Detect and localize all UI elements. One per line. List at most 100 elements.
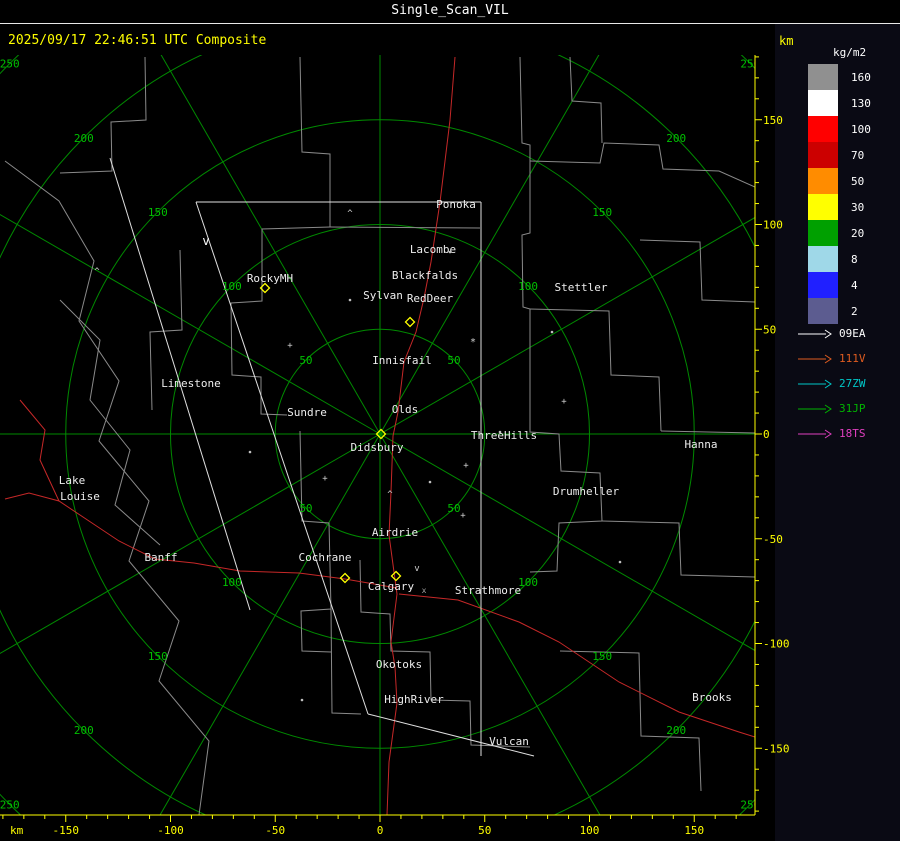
ring-distance-label: 150	[148, 650, 168, 663]
ring-distance-label: 50	[299, 354, 312, 367]
ring-distance-label: 200	[74, 724, 94, 737]
azimuth-line	[160, 55, 381, 435]
map-marker: +	[460, 511, 466, 521]
x-axis-unit: km	[10, 824, 24, 837]
city-label: ThreeHills	[471, 429, 537, 442]
city-label: Limestone	[161, 377, 221, 390]
ring-distance-label: 250	[0, 58, 20, 71]
x-axis-label: -50	[265, 824, 285, 837]
x-axis-label: -100	[157, 824, 184, 837]
county-boundary	[330, 608, 362, 715]
city-label: Cochrane	[299, 551, 352, 564]
city-label: Ponoka	[436, 198, 476, 211]
city-label: Strathmore	[455, 584, 521, 597]
azimuth-line	[159, 433, 381, 815]
city-label: Vulcan	[489, 735, 529, 748]
town-dot	[498, 430, 502, 434]
x-axis-label: 0	[377, 824, 384, 837]
x-axis-label: 100	[580, 824, 600, 837]
y-axis-label: 0	[763, 428, 770, 441]
city-label: HighRiver	[384, 693, 444, 706]
city-label: Airdrie	[372, 526, 418, 539]
map-marker: +	[561, 397, 567, 407]
county-boundary	[59, 56, 147, 174]
site-marker-diamond	[404, 316, 416, 328]
highway-line	[398, 593, 755, 738]
map-marker: *	[470, 337, 476, 348]
city-label: Sylvan	[363, 289, 403, 302]
ring-distance-label: 50	[299, 502, 312, 515]
map-marker: +	[322, 474, 328, 484]
city-label: Blackfalds	[392, 269, 458, 282]
y-axis-label: -150	[763, 742, 790, 755]
scan-datetime: 2025/09/17 22:46:51 UTC Composite	[8, 33, 267, 48]
county-boundary	[4, 160, 210, 815]
city-label: Banff	[144, 551, 177, 564]
map-marker: v	[414, 564, 419, 574]
town-dot	[428, 480, 432, 484]
city-label: Innisfail	[372, 354, 432, 367]
town-dot	[248, 450, 252, 454]
city-label: Olds	[392, 403, 419, 416]
ring-distance-label: 100	[222, 280, 242, 293]
county-boundary	[660, 430, 755, 434]
x-axis-label: -150	[53, 824, 80, 837]
county-boundary	[639, 239, 755, 303]
county-boundary	[569, 56, 603, 144]
county-boundary	[529, 308, 662, 432]
map-marker: +	[287, 341, 293, 351]
city-label: Brooks	[692, 691, 732, 704]
city-label: Lake	[59, 474, 86, 487]
ring-distance-label: 50	[447, 354, 460, 367]
county-boundary	[329, 226, 481, 229]
map-marker: ^	[387, 490, 393, 500]
ring-distance-label: 250	[740, 798, 760, 811]
y-axis-label: -50	[763, 533, 783, 546]
y-axis-label: 100	[763, 219, 783, 232]
title-bar: Single_Scan_VIL	[0, 0, 900, 24]
city-label: Lacombe	[410, 243, 456, 256]
ring-distance-label: 150	[148, 206, 168, 219]
ring-distance-label: 150	[592, 650, 612, 663]
ring-distance-label: 200	[666, 724, 686, 737]
county-boundary	[299, 430, 332, 653]
right-axis-unit: km	[779, 34, 794, 48]
county-boundary	[601, 520, 755, 578]
map-marker: +	[463, 461, 469, 471]
ring-distance-label: 100	[518, 576, 538, 589]
town-dot	[300, 698, 304, 702]
city-label: Louise	[60, 490, 100, 503]
x-axis-label: 150	[684, 824, 704, 837]
map-marker: x	[422, 586, 427, 595]
map-marker: ^	[94, 267, 100, 277]
town-dot	[448, 250, 452, 254]
y-axis-label: 50	[763, 323, 776, 336]
town-dot	[348, 298, 352, 302]
azimuth-line	[379, 55, 600, 435]
city-label: Stettler	[555, 281, 608, 294]
county-boundary	[519, 56, 531, 375]
map-marker: v	[202, 234, 209, 248]
highway-line	[19, 399, 60, 502]
city-label: Drumheller	[553, 485, 620, 498]
county-boundary	[529, 142, 755, 188]
town-dot	[550, 330, 554, 334]
city-label: Sundre	[287, 406, 327, 419]
ring-distance-label: 150	[592, 206, 612, 219]
ring-distance-label: 250	[740, 58, 760, 71]
city-label: Hanna	[684, 438, 717, 451]
city-label: RedDeer	[407, 292, 454, 305]
town-dot	[618, 560, 622, 564]
ring-distance-label: 200	[74, 132, 94, 145]
map-marker: ^	[347, 209, 353, 219]
city-label: RockyMH	[247, 272, 293, 285]
city-label: Calgary	[368, 580, 415, 593]
y-axis-label: -100	[763, 638, 790, 651]
site-marker-diamond	[339, 572, 351, 584]
city-label: Okotoks	[376, 658, 422, 671]
ring-distance-label: 50	[447, 502, 460, 515]
x-axis-label: 50	[478, 824, 491, 837]
ring-distance-label: 100	[222, 576, 242, 589]
ring-distance-label: 100	[518, 280, 538, 293]
ring-distance-label: 250	[0, 798, 20, 811]
